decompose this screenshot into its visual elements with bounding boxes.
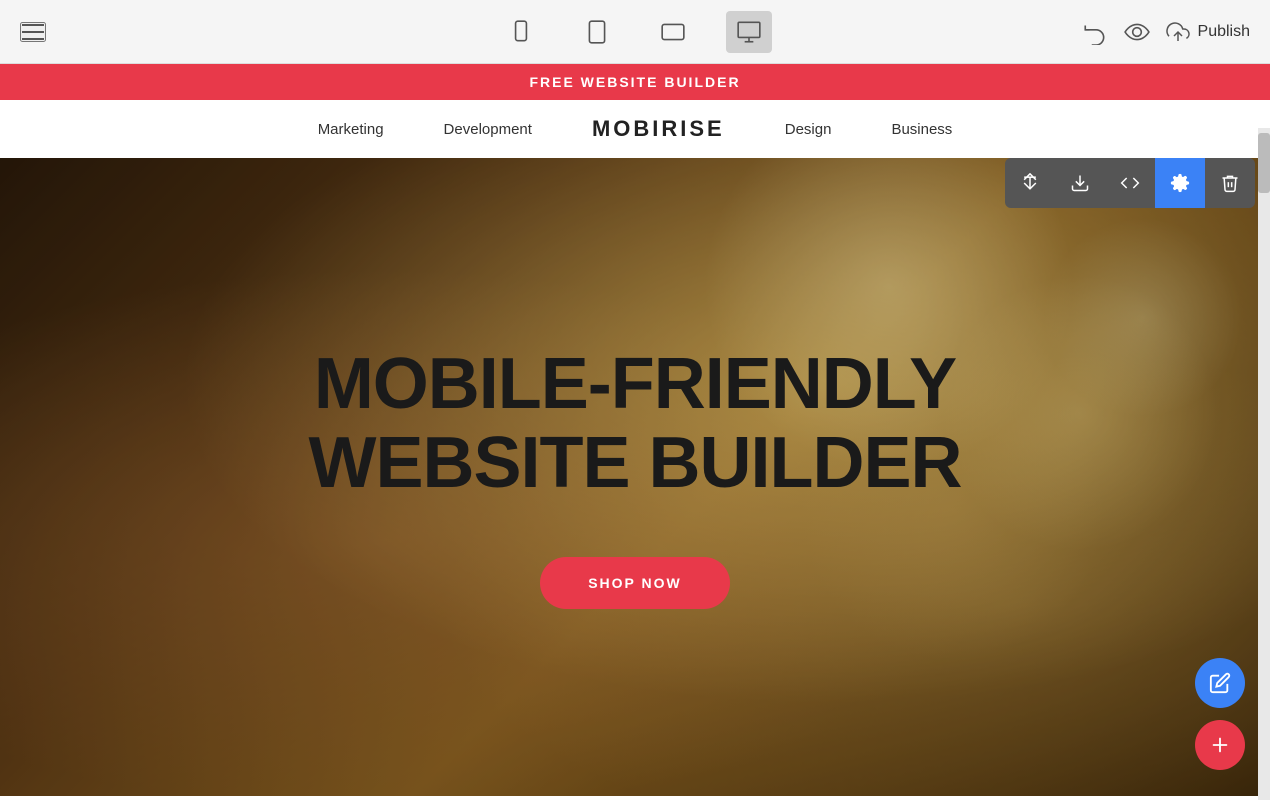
hero-title: MOBILE-FRIENDLY WEBSITE BUILDER <box>308 345 961 503</box>
publish-button[interactable]: Publish <box>1166 20 1250 44</box>
tablet-landscape-button[interactable] <box>650 11 696 53</box>
section-delete-button[interactable] <box>1205 158 1255 208</box>
section-toolbar <box>1005 158 1255 208</box>
desktop-view-button[interactable] <box>726 11 772 53</box>
hero-cta-button[interactable]: SHOP NOW <box>540 557 730 609</box>
menu-button[interactable] <box>20 22 46 42</box>
tablet-view-button[interactable] <box>574 11 620 53</box>
section-settings-button[interactable] <box>1155 158 1205 208</box>
top-toolbar: Publish <box>0 0 1270 64</box>
section-code-button[interactable] <box>1105 158 1155 208</box>
toolbar-right: Publish <box>1082 19 1270 45</box>
hero-section: MOBILE-FRIENDLY WEBSITE BUILDER SHOP NOW <box>0 158 1270 796</box>
section-move-button[interactable] <box>1005 158 1055 208</box>
device-switcher <box>498 11 772 53</box>
undo-button[interactable] <box>1082 19 1108 45</box>
nav-link-marketing[interactable]: Marketing <box>318 121 384 138</box>
hero-title-line1: MOBILE-FRIENDLY <box>314 344 956 424</box>
nav-link-business[interactable]: Business <box>891 121 952 138</box>
promo-banner: FREE WEBSITE BUILDER <box>0 64 1270 100</box>
hero-title-line2: WEBSITE BUILDER <box>308 423 961 503</box>
scrollbar-track <box>1258 128 1270 800</box>
scrollbar-thumb[interactable] <box>1258 133 1270 193</box>
fab-edit-button[interactable] <box>1195 658 1245 708</box>
nav-link-design[interactable]: Design <box>785 121 832 138</box>
nav-link-development[interactable]: Development <box>444 121 532 138</box>
hero-text: MOBILE-FRIENDLY WEBSITE BUILDER SHOP NOW <box>308 345 961 609</box>
section-download-button[interactable] <box>1055 158 1105 208</box>
mobile-view-button[interactable] <box>498 11 544 53</box>
site-logo: MOBIRISE <box>592 116 725 142</box>
preview-button[interactable] <box>1124 19 1150 45</box>
fab-container <box>1195 658 1245 770</box>
toolbar-left <box>0 22 46 42</box>
publish-label: Publish <box>1198 23 1250 41</box>
fab-add-button[interactable] <box>1195 720 1245 770</box>
banner-text: FREE WEBSITE BUILDER <box>529 74 740 90</box>
website-content: FREE WEBSITE BUILDER Marketing Developme… <box>0 64 1270 800</box>
site-navigation: Marketing Development MOBIRISE Design Bu… <box>0 100 1270 158</box>
